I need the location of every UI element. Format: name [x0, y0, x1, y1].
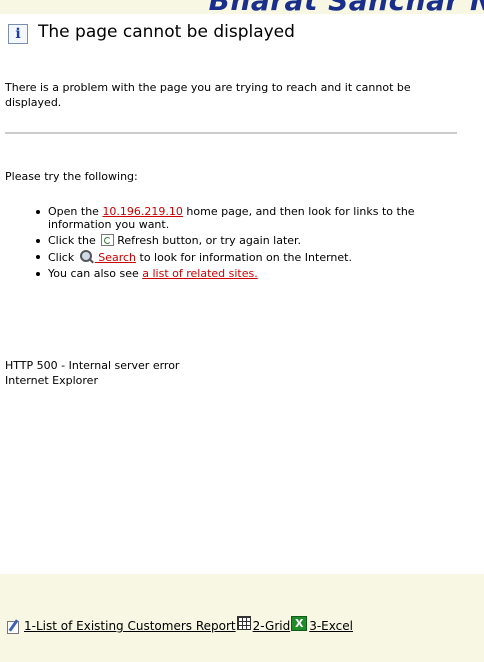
banner-title: Bharat Sanchar N	[209, 0, 484, 14]
error-title: The page cannot be displayed	[38, 22, 295, 42]
search-link[interactable]: Search	[95, 251, 136, 264]
header-banner: Bharat Sanchar N	[0, 0, 484, 14]
suggestion-related: You can also see a list of related sites…	[0, 267, 470, 280]
browser-name: Internet Explorer	[5, 374, 98, 387]
report-links: 1-List of Existing Customers Report 2-Gr…	[7, 616, 353, 634]
suggestion-text: to look for information on the Internet.	[136, 251, 352, 264]
grid-link[interactable]: 2-Grid	[253, 619, 291, 633]
host-link[interactable]: 10.196.219.10	[102, 205, 182, 218]
suggestion-text: Click the	[48, 234, 100, 247]
suggestion-text: Click	[48, 251, 78, 264]
status-block: HTTP 500 - Internal server error Interne…	[5, 358, 179, 388]
search-icon	[79, 250, 94, 264]
excel-link[interactable]: 3-Excel	[309, 619, 353, 633]
suggestion-search: Click Search to look for information on …	[0, 250, 470, 264]
suggestion-list: Open the 10.196.219.10 home page, and th…	[0, 205, 470, 283]
related-sites-link[interactable]: a list of related sites.	[142, 267, 258, 280]
divider	[5, 132, 457, 134]
excel-icon: X	[291, 616, 308, 631]
error-frame: i The page cannot be displayed There is …	[0, 14, 484, 574]
try-heading: Please try the following:	[5, 170, 138, 183]
pencil-icon	[7, 619, 21, 634]
grid-icon	[236, 616, 251, 630]
suggestion-text: Refresh button, or try again later.	[117, 234, 302, 247]
error-description: There is a problem with the page you are…	[5, 81, 411, 109]
suggestion-refresh: Click the Refresh button, or try again l…	[0, 234, 470, 247]
suggestion-text: You can also see	[48, 267, 143, 280]
suggestion-text: Open the	[48, 205, 103, 218]
status-code: HTTP 500 - Internal server error	[5, 359, 180, 372]
info-icon: i	[8, 24, 28, 44]
suggestion-open-home: Open the 10.196.219.10 home page, and th…	[0, 205, 470, 231]
report-bar: 1-List of Existing Customers Report 2-Gr…	[0, 574, 484, 662]
refresh-icon	[101, 234, 115, 246]
existing-customers-report-link[interactable]: 1-List of Existing Customers Report	[24, 619, 236, 633]
